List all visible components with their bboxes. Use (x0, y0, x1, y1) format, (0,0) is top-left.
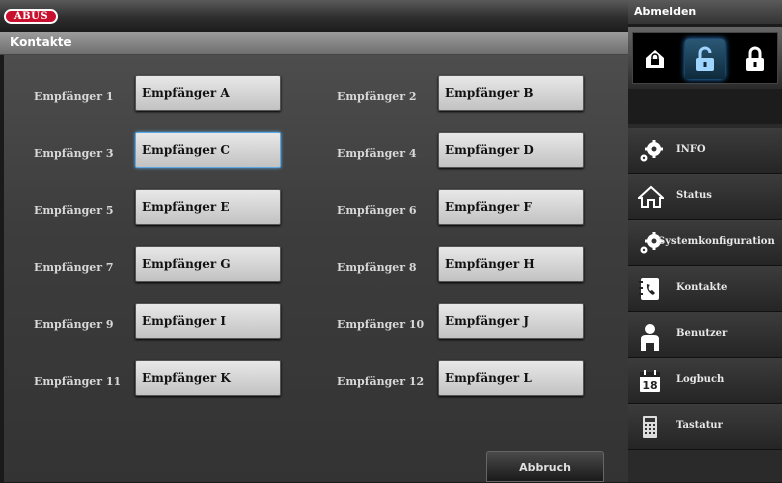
contact-button-11[interactable]: Empfänger K (135, 360, 281, 396)
contact-label-9: Empfänger 9 (34, 318, 114, 331)
contact-button-4[interactable]: Empfänger D (438, 132, 584, 168)
logout-button[interactable]: Abmelden (628, 0, 782, 24)
contact-button-9[interactable]: Empfänger I (135, 303, 281, 339)
svg-text:18: 18 (642, 379, 657, 392)
nav-item-status[interactable]: Status (628, 174, 782, 220)
nav-label-status: Status (676, 190, 712, 201)
nav-label-tastatur: Tastatur (676, 420, 723, 431)
nav-item-info[interactable]: INFO (628, 128, 782, 174)
contact-button-5[interactable]: Empfänger E (135, 189, 281, 225)
page-title-bar: Kontakte (0, 32, 628, 55)
contact-button-2[interactable]: Empfänger B (438, 75, 584, 111)
contact-button-6[interactable]: Empfänger F (438, 189, 584, 225)
nav-label-systemkonfiguration: Systemkonfiguration (658, 236, 775, 247)
contact-label-2: Empfänger 2 (337, 90, 417, 103)
calendar-icon: 18 (638, 369, 662, 393)
contact-label-11: Empfänger 11 (34, 375, 122, 388)
contact-label-10: Empfänger 10 (337, 318, 425, 331)
lock-mode-selector (632, 32, 778, 84)
abus-logo: ABUS (4, 9, 58, 24)
nav-item-logbuch[interactable]: 18 Logbuch (628, 358, 782, 404)
contact-button-7[interactable]: Empfänger G (135, 246, 281, 282)
contact-label-5: Empfänger 5 (34, 204, 114, 217)
contact-button-8[interactable]: Empfänger H (438, 246, 584, 282)
cancel-button[interactable]: Abbruch (486, 451, 604, 482)
contact-label-4: Empfänger 4 (337, 147, 417, 160)
nav-label-benutzer: Benutzer (676, 328, 728, 339)
sidebar: Abmelden INFO Status Systemkonfiguration… (628, 0, 782, 482)
contact-label-8: Empfänger 8 (337, 261, 417, 274)
lock-mode-panel (628, 27, 782, 89)
contact-label-1: Empfänger 1 (34, 90, 114, 103)
nav-label-logbuch: Logbuch (676, 374, 725, 385)
contacts-panel: Empfänger 1 Empfänger A Empfänger 2 Empf… (4, 55, 628, 482)
unlock-icon[interactable] (685, 39, 725, 79)
contact-label-6: Empfänger 6 (337, 204, 417, 217)
contact-button-1[interactable]: Empfänger A (135, 75, 281, 111)
lock-icon[interactable] (735, 39, 775, 79)
home-lock-icon[interactable] (635, 39, 675, 79)
keypad-icon (638, 415, 662, 439)
user-icon (638, 323, 662, 351)
nav-label-kontakte: Kontakte (676, 282, 728, 293)
house-icon (636, 185, 666, 209)
contact-label-3: Empfänger 3 (34, 147, 114, 160)
nav-item-kontakte[interactable]: Kontakte (628, 266, 782, 312)
page-title: Kontakte (10, 35, 72, 49)
phonebook-icon (638, 277, 662, 301)
nav-item-benutzer[interactable]: Benutzer (628, 312, 782, 358)
contact-label-12: Empfänger 12 (337, 375, 425, 388)
gears-icon (638, 139, 663, 163)
contact-button-10[interactable]: Empfänger J (438, 303, 584, 339)
nav-item-tastatur[interactable]: Tastatur (628, 404, 782, 450)
nav-label-info: INFO (676, 144, 706, 155)
nav-item-systemkonfiguration[interactable]: Systemkonfiguration (628, 220, 782, 266)
top-bar: ABUS (0, 0, 628, 32)
contact-button-3[interactable]: Empfänger C (135, 132, 281, 168)
contact-label-7: Empfänger 7 (34, 261, 114, 274)
contact-button-12[interactable]: Empfänger L (438, 360, 584, 396)
